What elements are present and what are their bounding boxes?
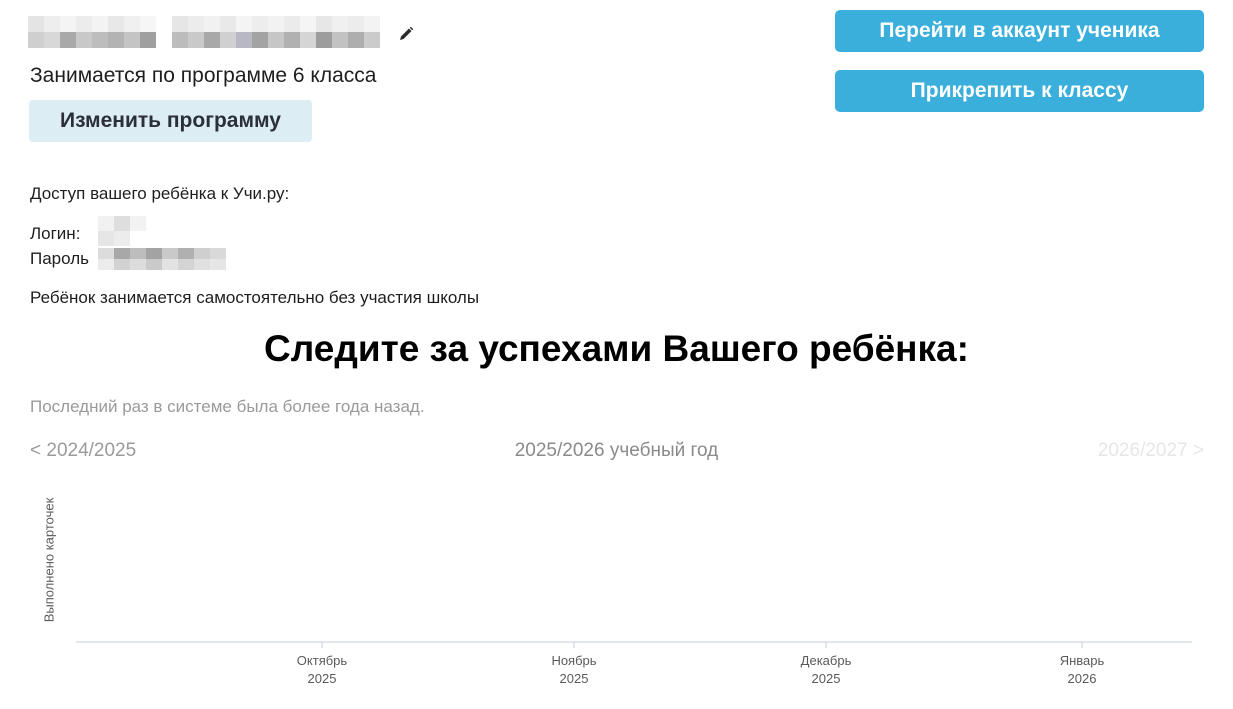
last-seen-text: Последний раз в системе была более года … [30, 397, 425, 416]
x-tick-label-year: 2025 [560, 671, 589, 686]
go-to-student-account-button[interactable]: Перейти в аккаунт ученика [835, 10, 1204, 52]
progress-chart: Октябрь 2025 Ноябрь 2025 Декабрь 2025 Январь 20… [76, 641, 1192, 686]
progress-heading: Следите за успехами Вашего ребёнка: [264, 328, 969, 369]
login-value-redacted [98, 216, 146, 246]
x-tick-label-month: Ноябрь [551, 653, 596, 668]
self-study-status: Ребёнок занимается самостоятельно без уч… [30, 288, 480, 307]
password-line: Пароль [30, 249, 89, 269]
password-label: Пароль [30, 249, 89, 268]
edit-pencil-icon[interactable] [398, 26, 414, 42]
next-year-link: 2026/2027 > [1097, 440, 1204, 461]
current-school-year: 2025/2026 учебный год [514, 440, 719, 461]
x-tick-label-year: 2025 [308, 671, 337, 686]
x-tick-label-month: Октябрь [297, 653, 348, 668]
login-line: Логин: [30, 224, 80, 244]
change-program-button[interactable]: Изменить программу [29, 100, 312, 142]
login-label: Логин: [30, 224, 81, 243]
student-name-redacted [28, 16, 396, 48]
program-description: Занимается по программе 6 класса [30, 64, 377, 87]
x-tick-label-year: 2025 [812, 671, 841, 686]
previous-year-link[interactable]: < 2024/2025 [30, 440, 136, 462]
access-title: Доступ вашего ребёнка к Учи.ру: [30, 184, 290, 203]
x-tick-label-year: 2026 [1068, 671, 1097, 686]
password-value-redacted [98, 248, 226, 270]
x-tick-label-month: Январь [1060, 653, 1105, 668]
x-tick-label-month: Декабрь [801, 653, 852, 668]
attach-to-class-button[interactable]: Прикрепить к классу [835, 70, 1204, 112]
